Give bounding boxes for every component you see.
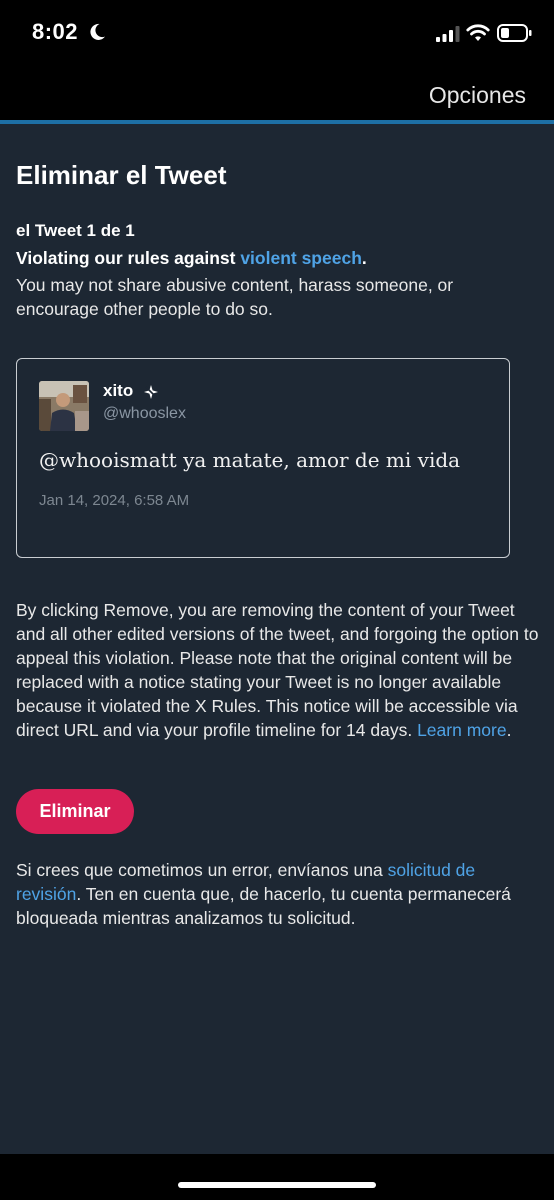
remove-notice: By clicking Remove, you are removing the…: [16, 598, 540, 742]
tweet-author-name: xito: [103, 381, 134, 400]
eliminar-button[interactable]: Eliminar: [16, 789, 134, 834]
violation-heading: Violating our rules against violent spee…: [16, 248, 367, 269]
tweet-date: Jan 14, 2024, 6:58 AM: [39, 492, 190, 509]
appeal-notice: Si crees que cometimos un error, envíano…: [16, 858, 540, 930]
bottom-bar: [0, 1154, 554, 1200]
sparkle-icon: [144, 385, 158, 399]
violation-prefix: Violating our rules against: [16, 248, 241, 268]
avatar: [39, 381, 89, 431]
appeal-prefix: Si crees que cometimos un error, envíano…: [16, 860, 388, 880]
tweet-text: @whooismatt ya matate, amor de mi vida: [39, 448, 461, 472]
status-bar: 8:02: [0, 0, 554, 66]
tweet-author-handle: @whooslex: [103, 405, 186, 422]
tweet-card: xito @whooslex @whooismatt ya matate, am…: [16, 358, 510, 558]
moon-icon: [90, 23, 105, 40]
tweet-counter: el Tweet 1 de 1: [16, 221, 135, 240]
remove-notice-text: By clicking Remove, you are removing the…: [16, 600, 539, 740]
nav-divider: [0, 120, 554, 124]
home-indicator[interactable]: [178, 1182, 376, 1188]
wifi-icon: [466, 24, 490, 41]
signal-icon: [436, 26, 460, 42]
violent-speech-link[interactable]: violent speech: [240, 248, 362, 268]
page-title: Eliminar el Tweet: [16, 160, 227, 190]
options-button[interactable]: Opciones: [429, 82, 526, 109]
status-time: 8:02: [32, 19, 79, 44]
battery-icon: [497, 24, 532, 42]
violation-suffix: .: [361, 248, 367, 268]
nav-bar: Opciones: [0, 66, 554, 120]
policy-description: You may not share abusive content, haras…: [16, 275, 454, 319]
remove-notice-suffix: .: [506, 720, 512, 740]
appeal-suffix: . Ten en cuenta que, de hacerlo, tu cuen…: [16, 884, 511, 928]
learn-more-link[interactable]: Learn more: [417, 720, 507, 740]
